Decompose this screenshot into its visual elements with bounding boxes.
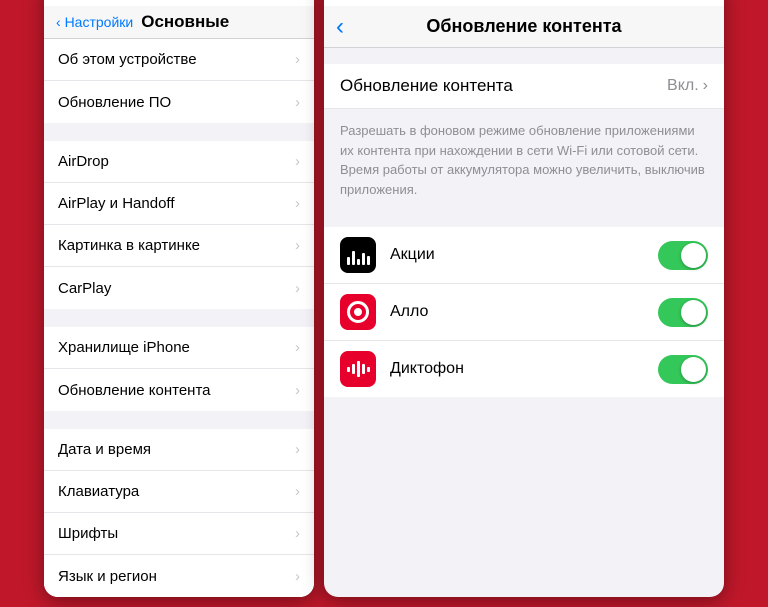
app-list: Акции Алло xyxy=(324,227,724,397)
app-name-allo: Алло xyxy=(390,303,658,321)
row-carplay[interactable]: CarPlay › xyxy=(44,267,314,309)
settings-section-4: Дата и время › Клавиатура › Шрифты › Язы… xyxy=(44,429,314,597)
chevron-icon: › xyxy=(295,153,300,170)
back-label-left[interactable]: ‹ Настройки xyxy=(56,14,133,30)
row-airdrop[interactable]: AirDrop › xyxy=(44,141,314,183)
app-icon-stocks xyxy=(340,237,376,273)
chevron-icon: › xyxy=(295,339,300,356)
row-iphone-storage[interactable]: Хранилище iPhone › xyxy=(44,327,314,369)
right-phone: 17:08 ⚡ xyxy=(324,0,724,597)
nav-title-right: Обновление контента xyxy=(426,16,621,37)
nav-title-left: Основные xyxy=(141,12,229,32)
row-picture-in-picture[interactable]: Картинка в картинке › xyxy=(44,225,314,267)
chevron-icon: › xyxy=(295,441,300,458)
chevron-main: › xyxy=(703,77,708,95)
main-row-label: Обновление контента xyxy=(340,76,513,96)
app-row-voice-memos: Диктофон xyxy=(324,341,724,397)
row-about[interactable]: Об этом устройстве › xyxy=(44,39,314,81)
row-background-refresh[interactable]: Обновление контента › xyxy=(44,369,314,411)
chevron-icon: › xyxy=(295,382,300,399)
settings-section-1: Об этом устройстве › Обновление ПО › xyxy=(44,39,314,123)
nav-bar-left: ‹ Настройки Основные xyxy=(44,6,314,39)
settings-section-2: AirDrop › AirPlay и Handoff › Картинка в… xyxy=(44,141,314,309)
content-description: Разрешать в фоновом режиме обновление пр… xyxy=(324,109,724,211)
nav-bar-right: ‹ Обновление контента xyxy=(324,6,724,48)
app-name-stocks: Акции xyxy=(390,246,658,264)
chevron-icon: › xyxy=(295,280,300,297)
row-language-region[interactable]: Язык и регион › xyxy=(44,555,314,597)
detail-content: Обновление контента Вкл. › Разрешать в ф… xyxy=(324,64,724,397)
chevron-icon: › xyxy=(295,525,300,542)
toggle-stocks[interactable] xyxy=(658,241,708,270)
chevron-icon: › xyxy=(295,51,300,68)
row-airplay-handoff[interactable]: AirPlay и Handoff › xyxy=(44,183,314,225)
settings-list: Об этом устройстве › Обновление ПО › Air… xyxy=(44,39,314,597)
left-phone: 17:08 xyxy=(44,0,314,597)
stocks-wave-icon xyxy=(347,245,370,265)
main-row-value: Вкл. › xyxy=(667,77,708,95)
toggle-voice-memos[interactable] xyxy=(658,355,708,384)
chevron-icon: › xyxy=(295,195,300,212)
row-keyboard[interactable]: Клавиатура › xyxy=(44,471,314,513)
app-icon-allo xyxy=(340,294,376,330)
target-icon-allo xyxy=(347,301,369,323)
chevron-icon: › xyxy=(295,568,300,585)
row-software-update[interactable]: Обновление ПО › xyxy=(44,81,314,123)
chevron-icon: › xyxy=(295,94,300,111)
chevron-icon: › xyxy=(295,483,300,500)
app-row-stocks: Акции xyxy=(324,227,724,284)
app-row-allo: Алло xyxy=(324,284,724,341)
settings-section-3: Хранилище iPhone › Обновление контента › xyxy=(44,327,314,411)
chevron-icon: › xyxy=(295,237,300,254)
toggle-allo[interactable] xyxy=(658,298,708,327)
row-fonts[interactable]: Шрифты › xyxy=(44,513,314,555)
main-toggle-row[interactable]: Обновление контента Вкл. › xyxy=(324,64,724,109)
app-icon-voice-memos xyxy=(340,351,376,387)
row-date-time[interactable]: Дата и время › xyxy=(44,429,314,471)
app-name-voice-memos: Диктофон xyxy=(390,360,658,378)
back-button-right[interactable]: ‹ xyxy=(336,15,344,39)
voice-wave-icon xyxy=(347,359,370,379)
main-toggle-section: Обновление контента Вкл. › xyxy=(324,64,724,109)
